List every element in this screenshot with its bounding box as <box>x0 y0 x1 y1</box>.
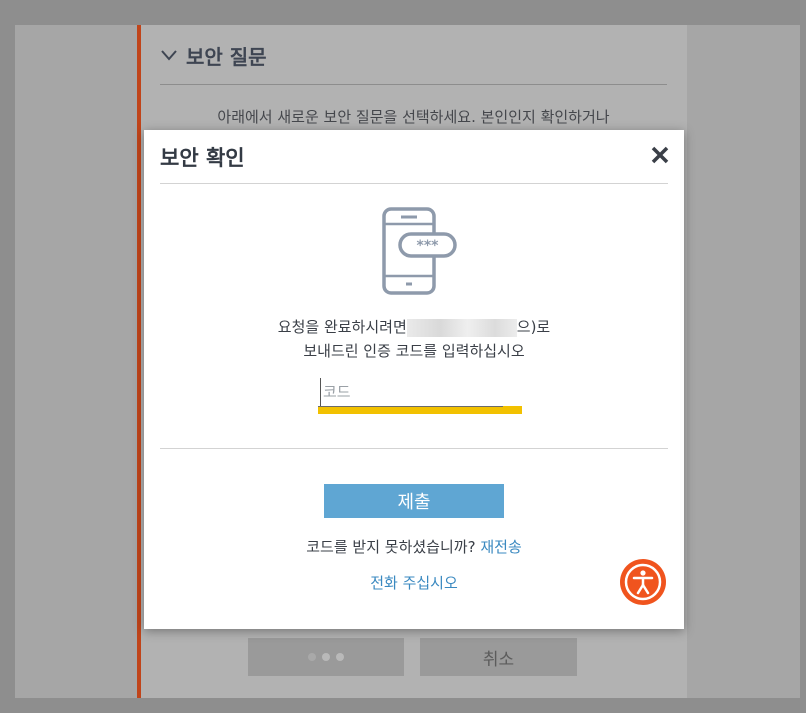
modal-body-divider <box>160 448 668 449</box>
security-verification-modal: 보안 확인 *** 요청을 완료하시려면 으)로 보내드린 인증 코드를 입력하십… <box>144 130 684 629</box>
loading-dots-icon <box>308 653 344 661</box>
instruction-prefix: 요청을 완료하시려면 <box>277 318 407 336</box>
submit-button[interactable]: 제출 <box>324 484 504 518</box>
resend-row: 코드를 받지 못하셨습니까? 재전송 <box>144 536 684 557</box>
svg-text:***: *** <box>417 238 440 254</box>
accessibility-button[interactable] <box>620 559 666 605</box>
modal-header-divider <box>160 183 668 184</box>
instruction-suffix: 으)로 <box>516 318 551 336</box>
section-title: 보안 질문 <box>186 44 267 69</box>
input-underline <box>318 406 503 407</box>
save-button-loading[interactable] <box>248 638 404 676</box>
call-me-link[interactable]: 전화 주십시오 <box>144 572 684 593</box>
resend-prompt: 코드를 받지 못하셨습니까? <box>306 538 476 556</box>
panel-accent-bar <box>137 25 141 698</box>
accessibility-icon <box>624 563 662 601</box>
section-divider <box>160 84 667 85</box>
modal-title: 보안 확인 <box>160 146 245 170</box>
instruction-line-2: 보내드린 인증 코드를 입력하십시오 <box>303 342 525 360</box>
close-icon[interactable] <box>649 144 671 166</box>
instruction-line-1: 요청을 완료하시려면 으)로 <box>144 316 684 337</box>
resend-link[interactable]: 재전송 <box>480 538 521 556</box>
redacted-contact <box>406 318 517 337</box>
phone-code-icon: *** <box>382 207 457 295</box>
section-header[interactable]: 보안 질문 <box>160 40 267 70</box>
chevron-down-icon <box>161 50 177 61</box>
cancel-button[interactable]: 취소 <box>420 638 577 676</box>
code-input[interactable] <box>320 378 525 406</box>
input-focus-highlight <box>318 406 522 414</box>
section-description: 아래에서 새로운 보안 질문을 선택하세요. 본인인지 확인하거나 <box>217 108 610 126</box>
